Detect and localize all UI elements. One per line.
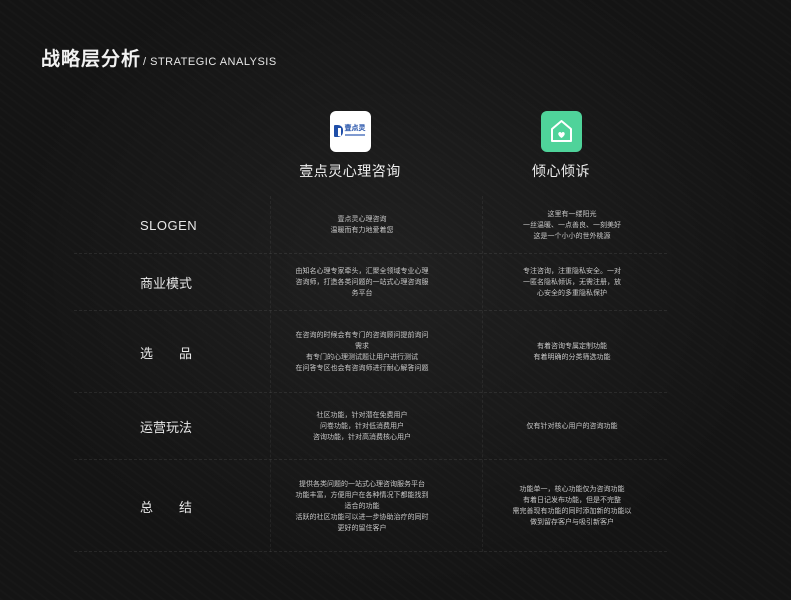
- comparison-row-product-selection: 选 品 在咨询的时候会有专门的咨询顾问提前询问 需求 有专门的心理测试题让用户进行测…: [74, 311, 667, 393]
- comparison-row-business-model: 商业模式 由知名心理专家牵头，汇聚全领域专业心理 咨询师，打造各类问题的一站式心理…: [74, 254, 667, 311]
- qingxin-business-model: 专注咨询，注重隐私安全。一对 一匿名隐私倾诉，无需注册，放 心安全的多重隐私保护: [523, 267, 621, 297]
- comparison-row-summary: 总 结 提供各类问题的一站式心理咨询服务平台 功能丰富，方便用户在各种情况下都能找…: [74, 460, 667, 552]
- qingxin-operations: 仅有针对核心用户的咨询功能: [526, 422, 618, 430]
- page-header: 战略层分析 / STRATEGIC ANALYSIS: [41, 44, 277, 71]
- app-name: 壹点灵心理咨询: [299, 164, 401, 180]
- app-name: 倾心倾诉: [532, 164, 590, 180]
- qingxin-slogan: 这里有一缕阳光 一丝温暖、一点善良、一刻美好 这是一个小小的世外桃源: [523, 209, 621, 240]
- page-subtitle: / STRATEGIC ANALYSIS: [143, 56, 277, 68]
- qingxin-product-selection: 有着咨询专属定制功能 有着明确的分类筛选功能: [533, 342, 611, 361]
- row-label: 商业模式: [140, 277, 193, 292]
- qingxin-summary: 功能单一，核心功能仅为咨询功能 有着日记发布功能，但是不完整 需完善现有功能的同时添…: [512, 485, 632, 526]
- page-title: 战略层分析: [41, 48, 142, 70]
- yidianling-operations: 社区功能，针对潜在免费用户 问卷功能，针对低消费用户 咨询功能，针对高消费核心用户: [313, 411, 411, 441]
- yidianling-business-model: 由知名心理专家牵头，汇聚全领域专业心理 咨询师，打造各类问题的一站式心理咨询服 务平…: [295, 267, 429, 297]
- yidianling-logo-icon: 壹点灵: [329, 111, 371, 152]
- yidianling-logo-text: 壹点灵: [344, 124, 366, 132]
- comparison-row-operations: 运营玩法 社区功能，针对潜在免费用户 问卷功能，针对低消费用户 咨询功能，针对高消费…: [74, 393, 667, 460]
- yidianling-product-selection: 在咨询的时候会有专门的咨询顾问提前询问 需求 有专门的心理测试题让用户进行测试 在问答…: [295, 331, 429, 372]
- app-column-header-qingxin: 倾心倾诉: [471, 111, 651, 181]
- yidianling-slogan: 壹点灵心理咨询 温暖而有力地爱着您: [330, 215, 394, 234]
- row-label: SLOGEN: [140, 217, 198, 233]
- row-label: 运营玩法: [140, 421, 193, 436]
- row-label: 选 品: [140, 346, 193, 362]
- yidianling-summary: 提供各类问题的一站式心理咨询服务平台 功能丰富，方便用户在各种情况下都能找到 适合的…: [295, 479, 429, 532]
- app-column-header-yidianling: 壹点灵 壹点灵心理咨询: [260, 111, 440, 181]
- row-label: 总 结: [140, 500, 193, 516]
- house-heart-icon: [540, 111, 582, 152]
- comparison-row-slogan: SLOGEN 壹点灵心理咨询 温暖而有力地爱着您 这里有一缕阳光 一丝温暖、一点善良…: [74, 196, 667, 254]
